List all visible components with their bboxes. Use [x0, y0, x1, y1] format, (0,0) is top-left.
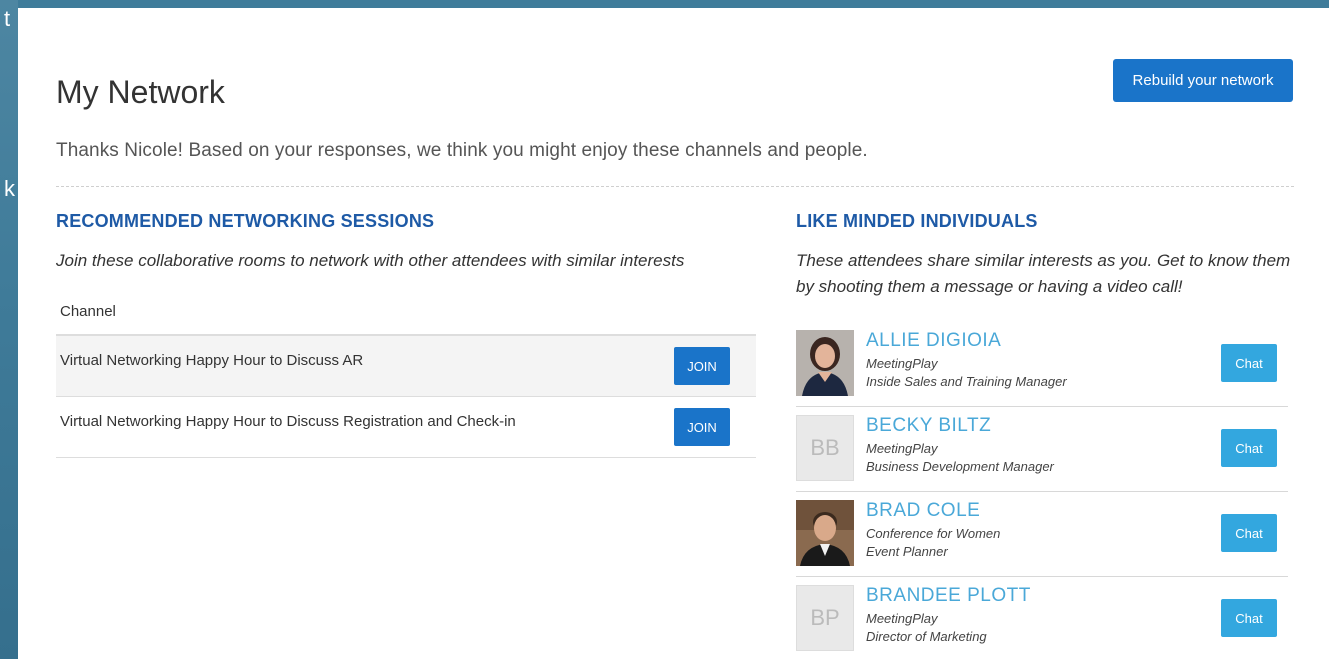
person-name[interactable]: BECKY BILTZ: [866, 415, 991, 437]
person-title: Event Planner: [866, 544, 948, 559]
person-company: MeetingPlay: [866, 611, 938, 626]
background-text-fragment: t: [4, 6, 11, 31]
background-page-strip: t k: [0, 0, 18, 659]
join-button[interactable]: JOIN: [674, 347, 730, 385]
person-company: Conference for Women: [866, 526, 1001, 541]
individuals-heading: LIKE MINDED INDIVIDUALS: [796, 211, 1038, 231]
person-name[interactable]: BRANDEE PLOTT: [866, 585, 1031, 607]
person-name[interactable]: BRAD COLE: [866, 500, 980, 522]
chat-button[interactable]: Chat: [1221, 599, 1277, 637]
person-company: MeetingPlay: [866, 356, 938, 371]
join-button[interactable]: JOIN: [674, 408, 730, 446]
person-row: BRAD COLE Conference for Women Event Pla…: [796, 492, 1288, 577]
person-title: Director of Marketing: [866, 629, 987, 644]
section-divider: [56, 186, 1294, 187]
background-text-fragment: k: [4, 176, 15, 201]
people-list: ALLIE DIGIOIA MeetingPlay Inside Sales a…: [796, 322, 1288, 659]
person-title: Inside Sales and Training Manager: [866, 374, 1067, 389]
my-network-modal: My Network Rebuild your network Thanks N…: [18, 8, 1329, 659]
avatar-initials: BP: [796, 585, 854, 651]
channel-table: Channel Virtual Networking Happy Hour to…: [56, 298, 756, 458]
channel-row: Virtual Networking Happy Hour to Discuss…: [56, 336, 756, 397]
chat-button[interactable]: Chat: [1221, 514, 1277, 552]
channel-name: Virtual Networking Happy Hour to Discuss…: [60, 413, 516, 430]
avatar: [796, 500, 854, 566]
person-row: ALLIE DIGIOIA MeetingPlay Inside Sales a…: [796, 322, 1288, 407]
sessions-heading: RECOMMENDED NETWORKING SESSIONS: [56, 211, 435, 231]
rebuild-network-button[interactable]: Rebuild your network: [1113, 59, 1293, 102]
sessions-description: Join these collaborative rooms to networ…: [56, 251, 685, 270]
avatar-initials: BB: [796, 415, 854, 481]
chat-button[interactable]: Chat: [1221, 429, 1277, 467]
channel-column-header: Channel: [56, 298, 756, 336]
individuals-description: These attendees share similar interests …: [796, 251, 1291, 296]
avatar: [796, 330, 854, 396]
person-title: Business Development Manager: [866, 459, 1054, 474]
page-title: My Network: [56, 74, 225, 110]
person-row: BB BECKY BILTZ MeetingPlay Business Deve…: [796, 407, 1288, 492]
person-company: MeetingPlay: [866, 441, 938, 456]
person-row: BP BRANDEE PLOTT MeetingPlay Director of…: [796, 577, 1288, 659]
intro-text: Thanks Nicole! Based on your responses, …: [56, 140, 868, 161]
chat-button[interactable]: Chat: [1221, 344, 1277, 382]
person-photo-icon: [796, 500, 854, 566]
person-photo-icon: [796, 330, 854, 396]
person-name[interactable]: ALLIE DIGIOIA: [866, 330, 1001, 352]
channel-name: Virtual Networking Happy Hour to Discuss…: [60, 352, 364, 369]
channel-row: Virtual Networking Happy Hour to Discuss…: [56, 397, 756, 458]
